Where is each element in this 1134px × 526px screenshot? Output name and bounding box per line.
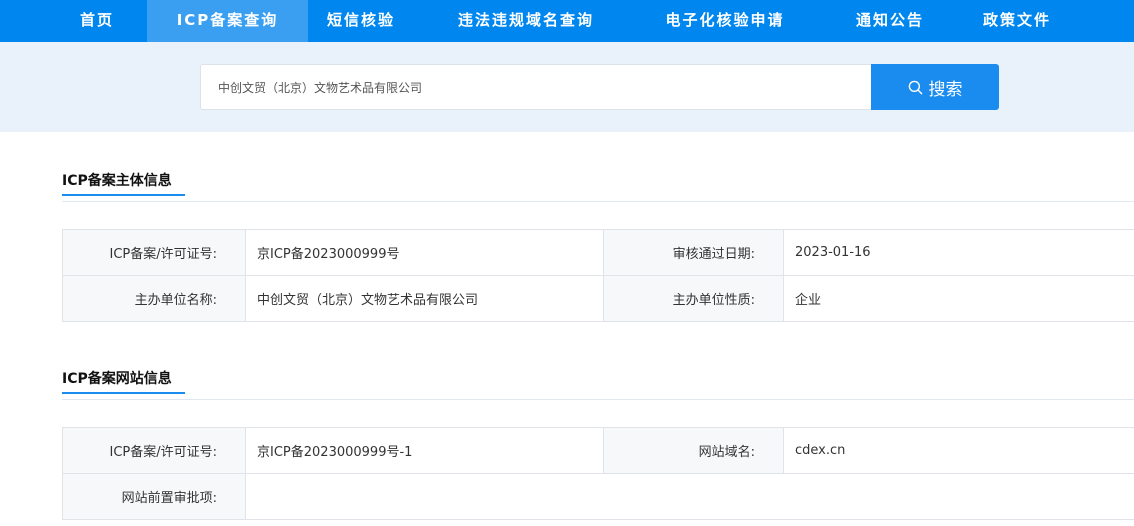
table-row: ICP备案/许可证号: 京ICP备2023000999号-1 网站域名: cde… (63, 428, 1134, 474)
search-icon (908, 80, 922, 94)
table-row: 网站前置审批项: (63, 474, 1134, 520)
site-license-label: ICP备案/许可证号: (63, 428, 246, 474)
search-button-label: 搜索 (928, 79, 963, 100)
org-type-label: 主办单位性质: (604, 276, 784, 322)
search-input[interactable] (200, 64, 872, 110)
website-info-table: ICP备案/许可证号: 京ICP备2023000999号-1 网站域名: cde… (62, 427, 1134, 520)
subject-section-divider (62, 201, 1134, 202)
website-section-divider (62, 399, 1134, 400)
nav-item-notices[interactable]: 通知公告 (845, 0, 935, 42)
website-section-underline (62, 392, 185, 394)
nav-item-e-verify[interactable]: 电子化核验申请 (645, 0, 805, 42)
nav-item-sms-verify[interactable]: 短信核验 (310, 0, 412, 42)
domain-value: cdex.cn (784, 428, 1134, 474)
subject-section-title: ICP备案主体信息 (62, 173, 172, 189)
preapproval-value (246, 474, 1134, 520)
approval-date-value: 2023-01-16 (784, 230, 1134, 276)
nav-item-home[interactable]: 首页 (62, 0, 132, 42)
license-label: ICP备案/许可证号: (63, 230, 246, 276)
search-button[interactable]: 搜索 (871, 64, 999, 110)
org-name-label: 主办单位名称: (63, 276, 246, 322)
table-row: ICP备案/许可证号: 京ICP备2023000999号 审核通过日期: 202… (63, 230, 1134, 276)
nav-item-icp-query[interactable]: ICP备案查询 (147, 0, 308, 42)
org-name-value: 中创文贸（北京）文物艺术品有限公司 (246, 276, 604, 322)
org-type-value: 企业 (784, 276, 1134, 322)
preapproval-label: 网站前置审批项: (63, 474, 246, 520)
nav-item-illegal-domain[interactable]: 违法违规域名查询 (440, 0, 612, 42)
license-value: 京ICP备2023000999号 (246, 230, 604, 276)
subject-info-table: ICP备案/许可证号: 京ICP备2023000999号 审核通过日期: 202… (62, 229, 1134, 322)
subject-section-underline (62, 194, 185, 196)
site-license-value: 京ICP备2023000999号-1 (246, 428, 604, 474)
search-band: 搜索 (0, 42, 1134, 132)
top-nav: 首页 ICP备案查询 短信核验 违法违规域名查询 电子化核验申请 通知公告 政策… (0, 0, 1134, 42)
nav-item-policies[interactable]: 政策文件 (972, 0, 1062, 42)
website-section-title: ICP备案网站信息 (62, 371, 172, 387)
approval-date-label: 审核通过日期: (604, 230, 784, 276)
domain-label: 网站域名: (604, 428, 784, 474)
table-row: 主办单位名称: 中创文贸（北京）文物艺术品有限公司 主办单位性质: 企业 (63, 276, 1134, 322)
